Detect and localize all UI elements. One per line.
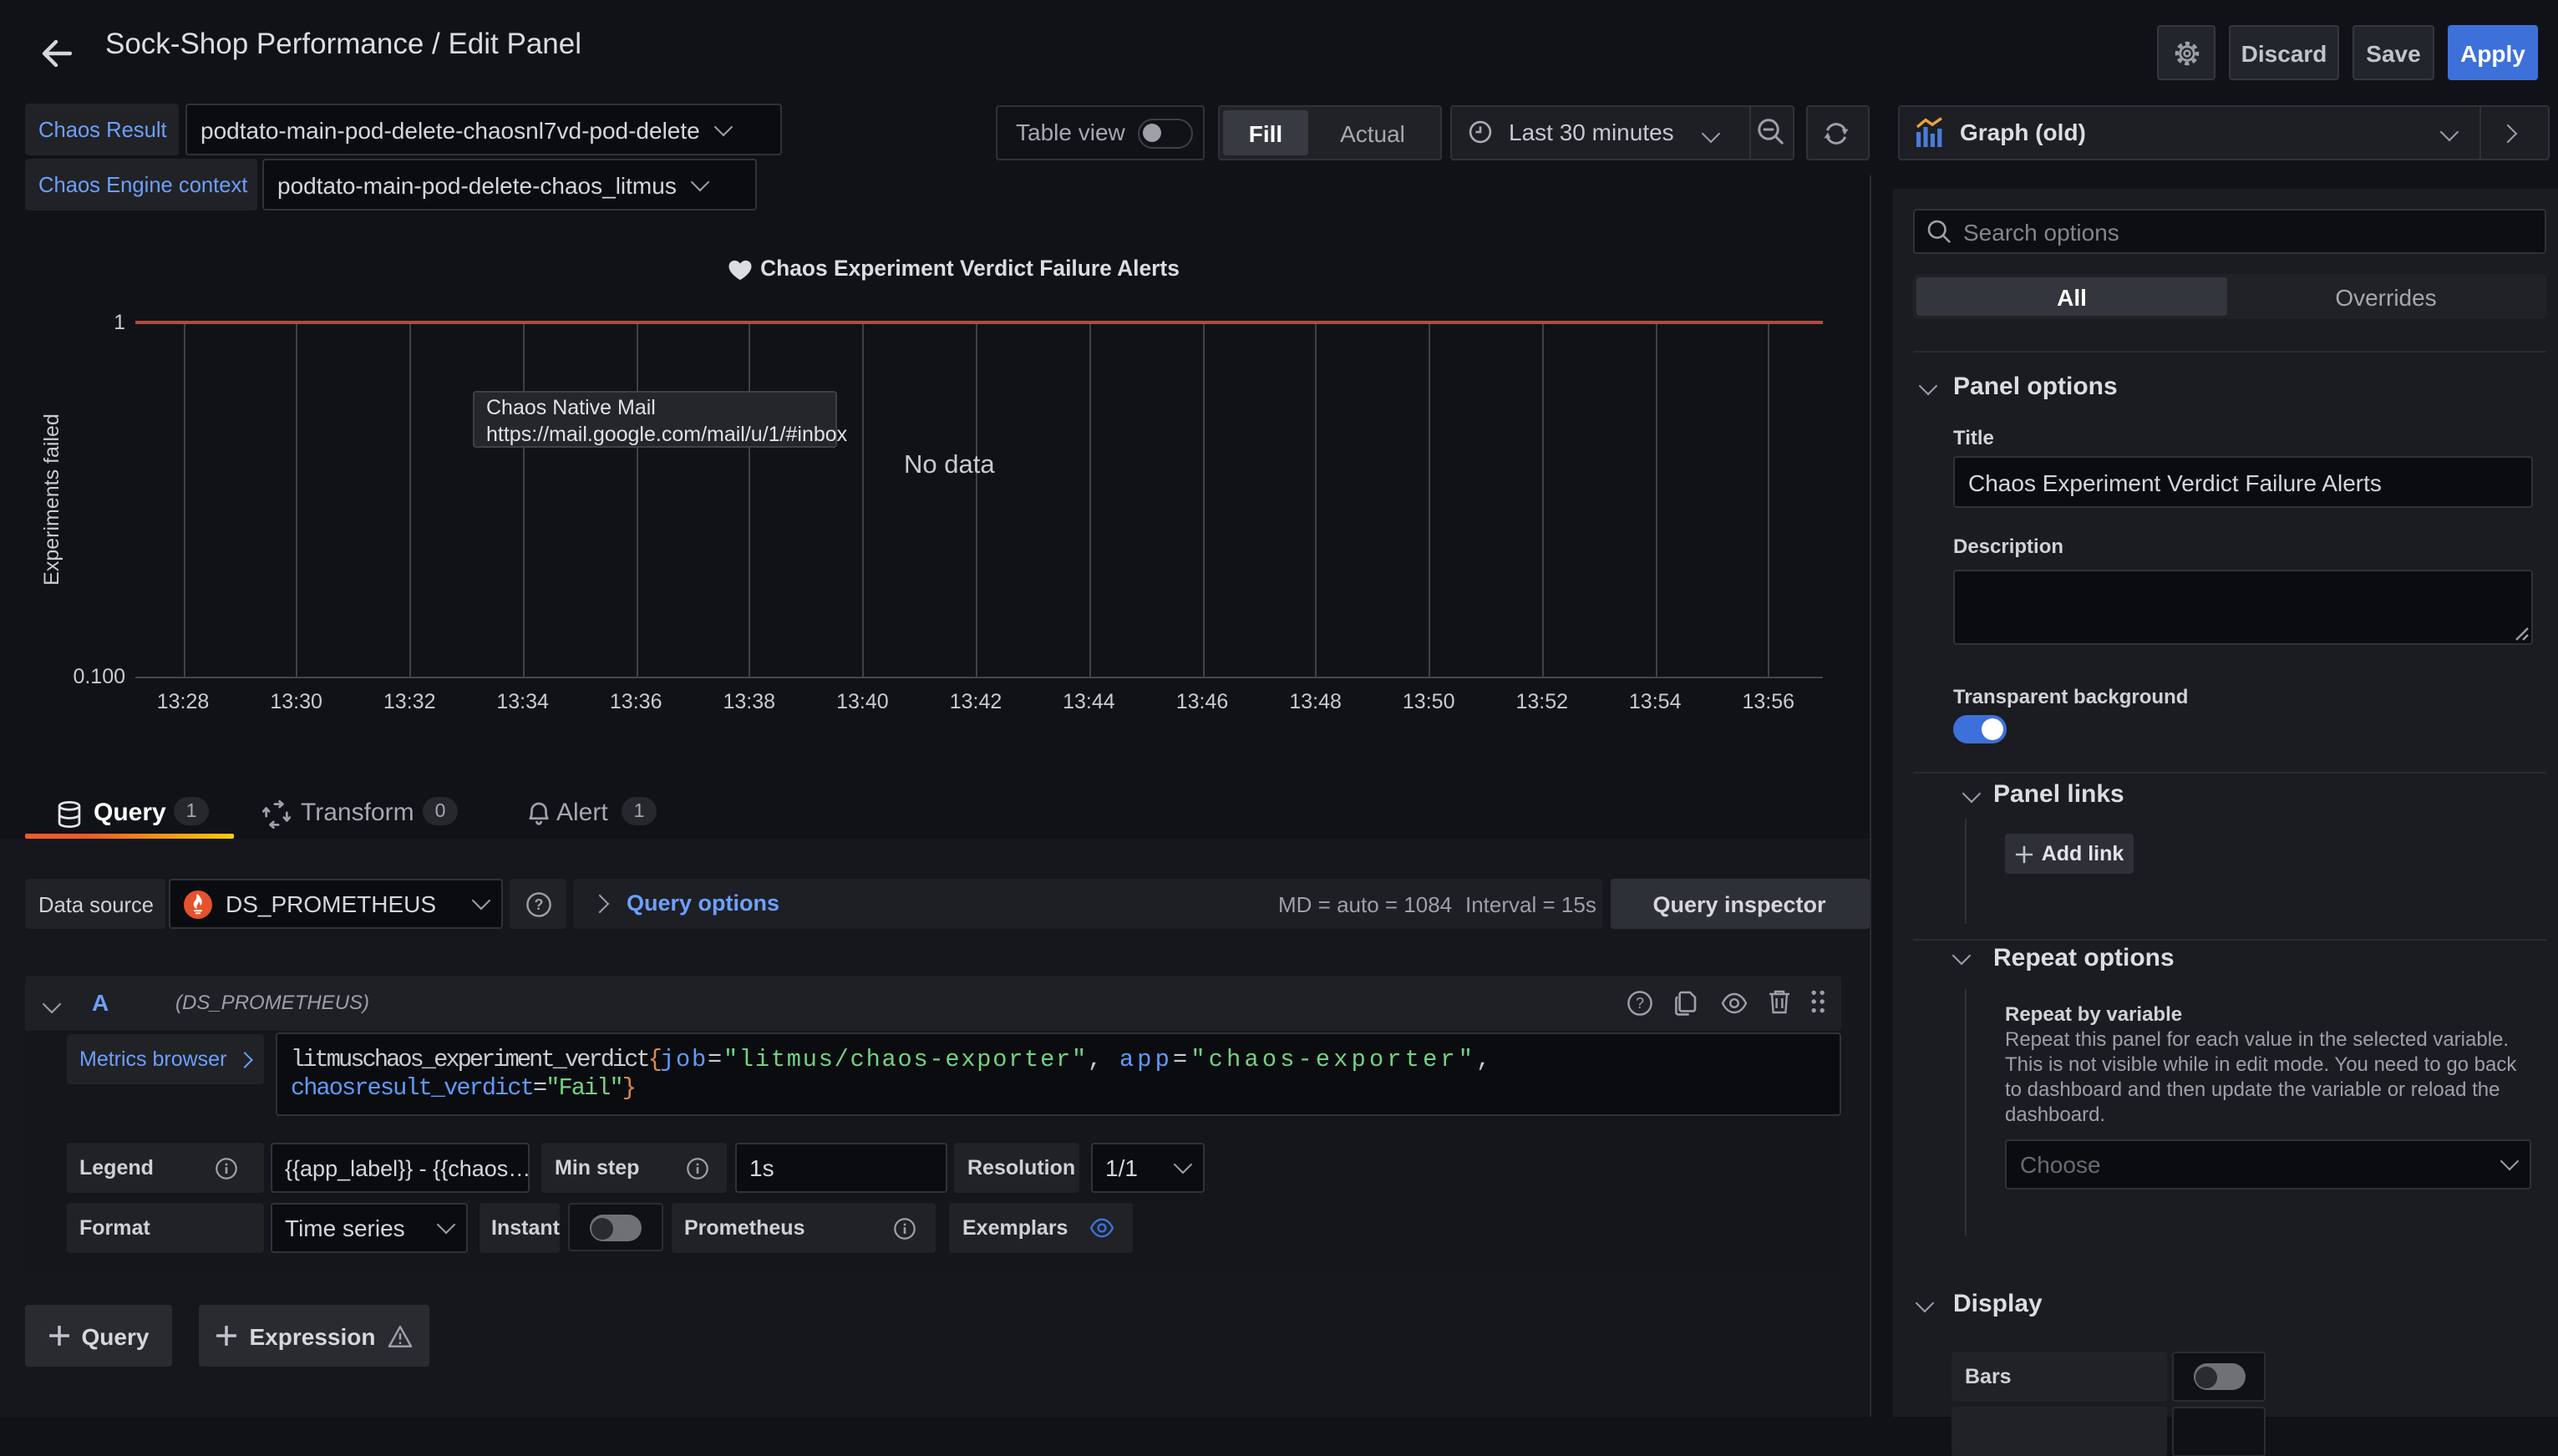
svg-text:?: ? bbox=[534, 895, 543, 912]
svg-text:?: ? bbox=[1635, 995, 1643, 1012]
